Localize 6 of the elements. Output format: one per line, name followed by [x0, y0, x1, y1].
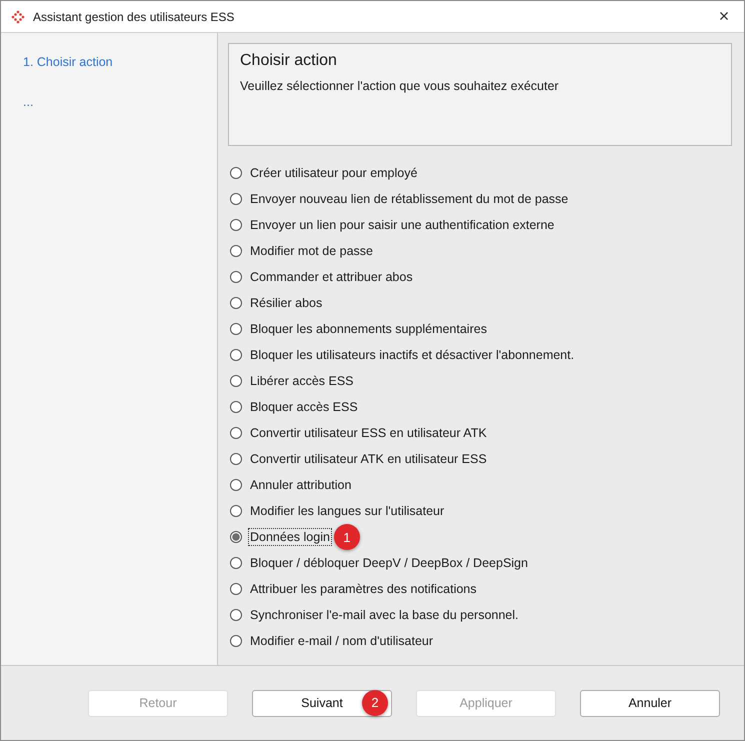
step-item: ... — [23, 95, 34, 109]
step-item: 1. Choisir action — [23, 55, 113, 69]
header-title: Choisir action — [240, 52, 337, 70]
header-description: Veuillez sélectionner l'action que vous souhaitez exécuter — [240, 79, 559, 93]
callout-tooltip: 1 — [334, 524, 360, 550]
window-title: Assistant gestion des utilisateurs ESS — [33, 10, 236, 24]
